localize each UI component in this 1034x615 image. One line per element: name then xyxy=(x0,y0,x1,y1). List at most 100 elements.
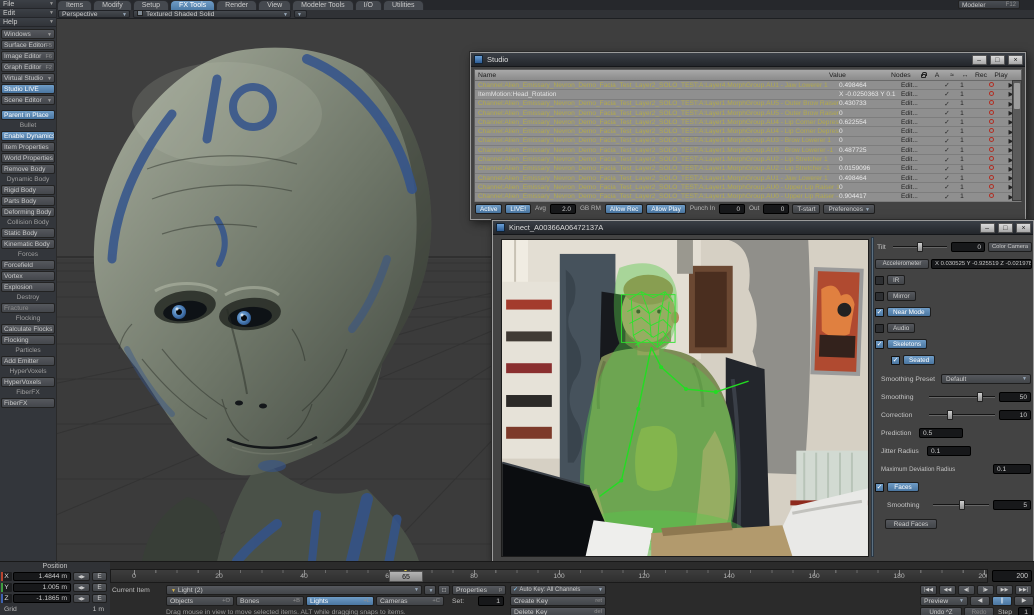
kinect-titlebar[interactable]: Kinect_A00366A06472137A – □ × xyxy=(493,221,1033,235)
table-scrollbar[interactable] xyxy=(1012,80,1022,201)
tab-items[interactable]: Items xyxy=(57,0,92,10)
max-deviation-field[interactable]: 0.1 xyxy=(993,464,1031,474)
faces-checkbox[interactable]: ✓ xyxy=(875,483,884,492)
active-check-icon[interactable]: ✓ xyxy=(939,137,955,145)
sidebar-item-world-properties[interactable]: World Properties xyxy=(1,153,55,163)
record-button[interactable] xyxy=(981,193,1001,200)
axis-stepper[interactable]: ◀▶ xyxy=(73,583,90,592)
delete-key-button[interactable]: Delete Key del xyxy=(510,607,606,615)
table-row[interactable]: ItemMotion:Head_RotationX -0.0250363 Y 0… xyxy=(475,90,1021,99)
sidebar-item-add-emitter[interactable]: Add Emitter xyxy=(1,356,55,366)
accelerometer-button[interactable]: Accelerometer xyxy=(875,259,929,269)
table-row[interactable]: Channel:Alien_Emissary_Nevron_Demo_Facia… xyxy=(475,100,1021,109)
viewport-options-dropdown[interactable]: ▼ xyxy=(294,10,307,18)
studio-footer-allow-rec[interactable]: Allow Rec xyxy=(605,204,643,214)
menu-edit[interactable]: Edit▼ xyxy=(0,9,56,18)
maximize-button[interactable]: □ xyxy=(990,55,1005,65)
sidebar-item-fracture[interactable]: Fracture xyxy=(1,303,55,313)
play-reverse-button[interactable]: ◀ xyxy=(970,596,990,606)
nodes-edit-button[interactable]: Edit... xyxy=(901,175,927,182)
sidebar-item-enable-dynamics[interactable]: Enable Dynamics xyxy=(1,131,55,141)
current-item-dropdown[interactable]: ▼ Light (2) ▼ xyxy=(166,585,422,595)
sidebar-item-item-properties[interactable]: Item Properties xyxy=(1,142,55,152)
sidebar-item-virtual-studio[interactable]: Virtual Studio▼ xyxy=(1,73,55,83)
nodes-edit-button[interactable]: Edit... xyxy=(901,82,927,89)
faces-toggle[interactable]: Faces xyxy=(887,482,919,492)
nodes-edit-button[interactable]: Edit... xyxy=(901,110,927,117)
table-row[interactable]: Channel:Alien_Emissary_Nevron_Demo_Facia… xyxy=(475,165,1021,174)
tab-modeler-tools[interactable]: Modeler Tools xyxy=(292,0,353,10)
audio-toggle[interactable]: Audio xyxy=(887,323,915,333)
select-objects-button[interactable]: Objects+O xyxy=(166,596,234,606)
sidebar-item-static-body[interactable]: Static Body xyxy=(1,228,55,238)
properties-button[interactable]: Properties p xyxy=(452,585,506,595)
active-check-icon[interactable]: ✓ xyxy=(939,118,955,126)
nodes-edit-button[interactable]: Edit... xyxy=(901,137,927,144)
select-bones-button[interactable]: Bones+B xyxy=(236,596,304,606)
nodes-edit-button[interactable]: Edit... xyxy=(901,165,927,172)
table-row[interactable]: Channel:Alien_Emissary_Nevron_Demo_Facia… xyxy=(475,174,1021,183)
smoothing-value-field[interactable]: 50 xyxy=(999,392,1031,402)
sidebar-item-rigid-body[interactable]: Rigid Body xyxy=(1,185,55,195)
table-row[interactable]: Channel:Alien_Emissary_Nevron_Demo_Facia… xyxy=(475,109,1021,118)
axis-value-field[interactable]: -1.1865 m xyxy=(13,594,71,603)
correction-slider[interactable] xyxy=(929,410,995,420)
sidebar-item-forcefield[interactable]: Forcefield xyxy=(1,260,55,270)
near-mode-checkbox[interactable]: ✓ xyxy=(875,308,884,317)
record-button[interactable] xyxy=(981,165,1001,172)
color-camera-button[interactable]: Color Camera xyxy=(988,242,1032,252)
table-row[interactable]: Channel:Alien_Emissary_Nevron_Demo_Facia… xyxy=(475,183,1021,192)
col-rec[interactable]: Rec xyxy=(971,72,991,79)
skeletons-checkbox[interactable]: ✓ xyxy=(875,340,884,349)
transport-button-2[interactable]: ◀| xyxy=(958,585,975,595)
active-check-icon[interactable]: ✓ xyxy=(939,156,955,164)
record-button[interactable] xyxy=(981,82,1001,89)
mirror-checkbox[interactable] xyxy=(875,292,884,301)
minimize-button[interactable]: – xyxy=(972,55,987,65)
tab-i-o[interactable]: I/O xyxy=(355,0,382,10)
sidebar-item-studio-live[interactable]: Studio LIVE xyxy=(1,84,55,94)
active-check-icon[interactable]: ✓ xyxy=(939,193,955,201)
nodes-edit-button[interactable]: Edit... xyxy=(901,156,927,163)
tab-fx-tools[interactable]: FX Tools xyxy=(170,0,215,10)
studio-footer-active[interactable]: Active xyxy=(475,204,502,214)
col-value[interactable]: Value xyxy=(829,72,891,79)
seated-checkbox[interactable]: ✓ xyxy=(891,356,900,365)
faces-smoothing-slider[interactable] xyxy=(933,500,989,510)
play-button[interactable]: ▶ xyxy=(1014,596,1034,606)
studio-footer-0[interactable]: 0 xyxy=(719,204,745,214)
sidebar-item-scene-editor[interactable]: Scene Editor▼ xyxy=(1,95,55,105)
transport-button-1[interactable]: ◀◀ xyxy=(939,585,956,595)
nodes-edit-button[interactable]: Edit... xyxy=(901,91,927,98)
read-faces-button[interactable]: Read Faces xyxy=(885,519,937,529)
col-name[interactable]: Name xyxy=(475,72,829,79)
studio-footer-preferences[interactable]: Preferences▼ xyxy=(823,204,874,214)
minimize-button[interactable]: – xyxy=(980,223,995,233)
axis-stepper[interactable]: ◀▶ xyxy=(73,572,90,581)
sidebar-item-surface-editor[interactable]: Surface EditorF5 xyxy=(1,40,55,50)
sidebar-item-windows[interactable]: Windows▼ xyxy=(1,29,55,39)
sidebar-item-parent-in-place[interactable]: Parent in Place xyxy=(1,110,55,120)
active-check-icon[interactable]: ✓ xyxy=(939,90,955,98)
col-a[interactable]: A xyxy=(929,72,945,79)
sidebar-item-deforming-body[interactable]: Deforming Body xyxy=(1,207,55,217)
col-nodes[interactable]: Nodes xyxy=(891,72,917,79)
maximize-button[interactable]: □ xyxy=(998,223,1013,233)
transport-button-4[interactable]: ▶▶ xyxy=(996,585,1013,595)
sidebar-item-fiberfx[interactable]: FiberFX xyxy=(1,398,55,408)
mirror-toggle[interactable]: Mirror xyxy=(887,291,916,301)
envelope-button[interactable]: E xyxy=(92,572,107,581)
transport-button-0[interactable]: |◀◀ xyxy=(920,585,937,595)
end-frame-field[interactable]: 200 xyxy=(992,570,1032,582)
axis-value-field[interactable]: 1.005 m xyxy=(13,583,71,592)
table-row[interactable]: Channel:Alien_Emissary_Nevron_Demo_Facia… xyxy=(475,81,1021,90)
studio-footer-0[interactable]: 0 xyxy=(763,204,789,214)
active-check-icon[interactable]: ✓ xyxy=(939,183,955,191)
studio-titlebar[interactable]: Studio – □ × xyxy=(471,53,1025,67)
active-check-icon[interactable]: ✓ xyxy=(939,165,955,173)
tab-utilities[interactable]: Utilities xyxy=(383,0,424,10)
close-button[interactable]: × xyxy=(1008,55,1023,65)
transport-button-3[interactable]: |▶ xyxy=(977,585,994,595)
sidebar-item-vortex[interactable]: Vortex xyxy=(1,271,55,281)
tab-render[interactable]: Render xyxy=(216,0,257,10)
